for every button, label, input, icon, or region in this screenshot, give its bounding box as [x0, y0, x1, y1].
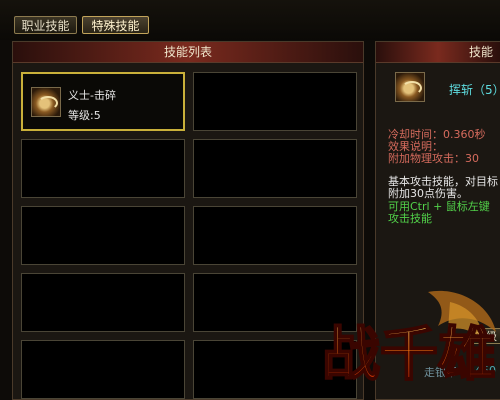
tab-job-skills[interactable]: 职业技能: [14, 16, 77, 34]
skill-slot[interactable]: [21, 206, 185, 265]
slash-skill-icon: [395, 72, 425, 102]
skill-slot[interactable]: [193, 72, 357, 131]
logo-text: 战千雄: [322, 320, 496, 388]
skill-slot[interactable]: [193, 139, 357, 198]
game-logo: 战千雄: [321, 290, 497, 389]
tab-special-skills[interactable]: 特殊技能: [82, 16, 149, 34]
attack-bonus-text: 附加物理攻击：30: [388, 152, 479, 165]
skill-slot[interactable]: [21, 273, 185, 332]
skill-slot[interactable]: [21, 139, 185, 198]
skill-slot[interactable]: [193, 206, 357, 265]
skill-list-title: 技能列表: [13, 42, 363, 63]
skill-list-panel: 技能列表 义士-击碎 等级:5: [12, 41, 364, 400]
tip-line-2: 攻击技能: [388, 212, 432, 225]
skill-slot[interactable]: [21, 340, 185, 399]
skill-slot[interactable]: 义士-击碎 等级:5: [21, 72, 185, 131]
skill-name: 义士-击碎: [68, 89, 116, 102]
smash-skill-icon: [31, 87, 61, 117]
skill-detail-title: 技能: [376, 42, 500, 63]
skill-level: 等级:5: [68, 109, 101, 122]
detail-skill-name: 挥斩（5）: [449, 83, 500, 97]
